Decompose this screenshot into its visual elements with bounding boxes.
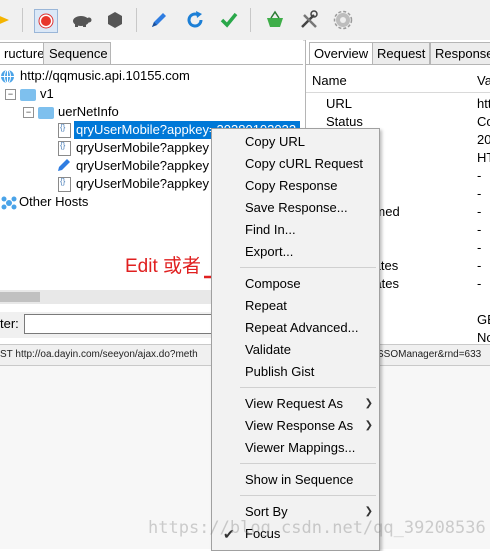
tab-sequence[interactable]: Sequence: [43, 42, 111, 64]
menu-separator: [240, 267, 376, 268]
tree-folder-usernetinfo[interactable]: uerNetInfo: [58, 103, 119, 121]
menu-repeat[interactable]: Repeat: [212, 295, 379, 317]
json-file-icon: [58, 123, 71, 138]
edit-pen-icon: [57, 158, 71, 175]
grid-row-value: HT: [477, 150, 490, 165]
grid-header-value: Va: [477, 73, 490, 88]
json-file-icon: [58, 177, 71, 192]
tab-overview[interactable]: Overview: [309, 42, 374, 65]
menu-item-label: Copy cURL Request: [245, 156, 364, 171]
tree-item[interactable]: qryUserMobile?appkey: [76, 157, 209, 175]
menu-repeat-advanced[interactable]: Repeat Advanced...: [212, 317, 379, 339]
menu-item-label: Publish Gist: [245, 364, 315, 379]
record-button[interactable]: [34, 9, 58, 33]
tab-request[interactable]: Request: [372, 42, 431, 64]
menu-item-label: Export...: [245, 244, 294, 259]
tree-host-label: http://qqmusic.api.10155.com: [20, 68, 190, 83]
menu-item-label: View Response As: [245, 418, 354, 433]
scrollbar-thumb[interactable]: [0, 292, 40, 302]
menu-item-label: View Request As: [245, 396, 344, 411]
tree-item-label: qryUserMobile?appkey: [76, 122, 209, 137]
menu-item-label: Compose: [245, 276, 301, 291]
menu-item-label: Validate: [245, 342, 292, 357]
grid-header-name: Name: [312, 73, 347, 88]
menu-item-label: Copy URL: [245, 134, 305, 149]
throttle-turtle-icon[interactable]: [70, 9, 92, 31]
menu-item-label: Find In...: [245, 222, 296, 237]
submenu-arrow-icon: ❯: [364, 398, 373, 409]
menu-copy-curl-request[interactable]: Copy cURL Request: [212, 153, 379, 175]
menu-copy-url[interactable]: Copy URL: [212, 131, 379, 153]
grid-row-value: GE: [477, 312, 490, 327]
menu-export[interactable]: Export...: [212, 241, 379, 263]
filter-input[interactable]: [24, 314, 212, 334]
menu-separator: [240, 495, 376, 496]
menu-item-label: Repeat: [245, 298, 287, 313]
grid-row-value: -: [477, 204, 482, 219]
status-text-right: SSOManager&rnd=633: [377, 349, 482, 360]
grid-row-value: -: [477, 168, 482, 183]
edit-pen-icon[interactable]: [148, 9, 170, 31]
grid-row-value: htt: [477, 96, 490, 111]
toolbar-separator: [22, 8, 23, 32]
tab-structure[interactable]: ructure: [0, 42, 48, 65]
menu-item-label: Copy Response: [245, 178, 338, 193]
tree-folder-v1[interactable]: v1: [40, 85, 54, 103]
grid-row-name: URL: [326, 96, 353, 111]
arrow-icon[interactable]: [0, 9, 14, 31]
folder-icon: [20, 89, 36, 101]
toolbar-separator: [136, 8, 137, 32]
menu-copy-response[interactable]: Copy Response: [212, 175, 379, 197]
refresh-icon[interactable]: [184, 9, 206, 31]
grid-row-value: 20: [477, 132, 490, 147]
tab-divider: [306, 64, 490, 65]
stop-hexagon-icon[interactable]: [104, 9, 126, 31]
globe-icon: [0, 69, 15, 89]
menu-item-label: Viewer Mappings...: [245, 440, 356, 455]
toolbar: [0, 0, 490, 41]
grid-header: Name Va: [306, 70, 490, 93]
tab-response[interactable]: Response: [430, 42, 490, 64]
checkmark-icon[interactable]: [218, 9, 240, 31]
toolbar-separator: [250, 8, 251, 32]
menu-compose[interactable]: Compose: [212, 273, 379, 295]
tree-item[interactable]: qryUserMobile?appkey: [76, 175, 209, 193]
json-file-icon: [58, 141, 71, 156]
menu-item-label: Show in Sequence: [245, 472, 354, 487]
collapse-toggle-icon[interactable]: −: [23, 107, 34, 118]
menu-view-response-as[interactable]: View Response As ❯: [212, 415, 379, 437]
menu-view-request-as[interactable]: View Request As ❯: [212, 393, 379, 415]
menu-validate[interactable]: Validate: [212, 339, 379, 361]
watermark-text: https://blog.csdn.net/qq_39208536: [148, 518, 486, 538]
status-text-left: ST http://oa.dayin.com/seeyon/ajax.do?me…: [0, 349, 198, 360]
menu-separator: [240, 463, 376, 464]
menu-find-in[interactable]: Find In...: [212, 219, 379, 241]
annotation-text: Edit 或者: [125, 256, 202, 277]
grid-row-value: -: [477, 222, 482, 237]
filter-label: ter:: [0, 316, 19, 331]
grid-row-value: -: [477, 240, 482, 255]
basket-icon[interactable]: [264, 9, 286, 31]
tab-divider: [0, 64, 303, 65]
grid-row-value: -: [477, 258, 482, 273]
menu-publish-gist[interactable]: Publish Gist: [212, 361, 379, 383]
grid-row-value: Co: [477, 114, 490, 129]
grid-row-value: -: [477, 186, 482, 201]
submenu-arrow-icon: ❯: [364, 420, 373, 431]
tree-item[interactable]: qryUserMobile?appkey: [76, 139, 209, 157]
menu-save-response[interactable]: Save Response...: [212, 197, 379, 219]
menu-viewer-mappings[interactable]: Viewer Mappings...: [212, 437, 379, 459]
folder-icon: [38, 107, 54, 119]
menu-item-label: Repeat Advanced...: [245, 320, 359, 335]
context-menu: Copy URL Copy cURL Request Copy Response…: [211, 128, 380, 551]
menu-item-label: Save Response...: [245, 200, 348, 215]
settings-gear-icon[interactable]: [332, 9, 354, 31]
collapse-toggle-icon[interactable]: −: [5, 89, 16, 100]
grid-row-value: -: [477, 276, 482, 291]
menu-show-in-sequence[interactable]: Show in Sequence: [212, 469, 379, 491]
tree-other-hosts[interactable]: Other Hosts: [19, 193, 88, 211]
menu-separator: [240, 387, 376, 388]
other-hosts-icon: [1, 195, 17, 214]
tools-icon[interactable]: [298, 9, 320, 31]
